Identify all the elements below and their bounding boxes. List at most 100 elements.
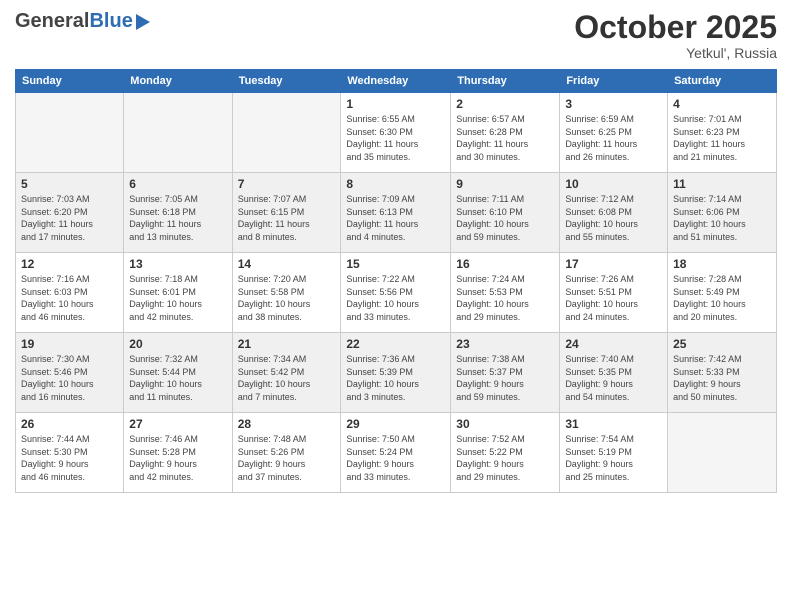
table-row: 22Sunrise: 7:36 AM Sunset: 5:39 PM Dayli…: [341, 333, 451, 413]
table-row: 10Sunrise: 7:12 AM Sunset: 6:08 PM Dayli…: [560, 173, 668, 253]
day-info: Sunrise: 7:09 AM Sunset: 6:13 PM Dayligh…: [346, 193, 445, 243]
table-row: 1 Sunrise: 6:55 AM Sunset: 6:30 PM Daylig…: [341, 93, 451, 173]
col-saturday: Saturday: [668, 70, 777, 93]
col-wednesday: Wednesday: [341, 70, 451, 93]
day-number: 8: [346, 177, 445, 191]
day-number: 26: [21, 417, 118, 431]
logo-blue: Blue: [89, 10, 132, 33]
day-number: 1: [346, 97, 445, 111]
day-info: Sunrise: 7:24 AM Sunset: 5:53 PM Dayligh…: [456, 273, 554, 323]
table-row: [124, 93, 232, 173]
day-info: Sunrise: 7:14 AM Sunset: 6:06 PM Dayligh…: [673, 193, 771, 243]
page: General Blue October 2025 Yetkul', Russi…: [0, 0, 792, 612]
day-number: 25: [673, 337, 771, 351]
day-info: Sunrise: 7:26 AM Sunset: 5:51 PM Dayligh…: [565, 273, 662, 323]
day-info: Sunrise: 7:18 AM Sunset: 6:01 PM Dayligh…: [129, 273, 226, 323]
calendar-week-row: 1 Sunrise: 6:55 AM Sunset: 6:30 PM Daylig…: [16, 93, 777, 173]
table-row: 2 Sunrise: 6:57 AM Sunset: 6:28 PM Daylig…: [451, 93, 560, 173]
day-number: 13: [129, 257, 226, 271]
table-row: 12 Sunrise: 7:16 AM Sunset: 6:03 PM Dayli…: [16, 253, 124, 333]
day-info: Sunrise: 7:40 AM Sunset: 5:35 PM Dayligh…: [565, 353, 662, 403]
day-number: 21: [238, 337, 336, 351]
day-info: Sunrise: 7:48 AM Sunset: 5:26 PM Dayligh…: [238, 433, 336, 483]
day-info: Sunrise: 7:46 AM Sunset: 5:28 PM Dayligh…: [129, 433, 226, 483]
day-number: 31: [565, 417, 662, 431]
day-info: Sunrise: 7:42 AM Sunset: 5:33 PM Dayligh…: [673, 353, 771, 403]
table-row: 16 Sunrise: 7:24 AM Sunset: 5:53 PM Dayli…: [451, 253, 560, 333]
day-number: 12: [21, 257, 118, 271]
logo: General Blue: [15, 10, 150, 33]
day-info: Sunrise: 7:54 AM Sunset: 5:19 PM Dayligh…: [565, 433, 662, 483]
table-row: 13 Sunrise: 7:18 AM Sunset: 6:01 PM Dayli…: [124, 253, 232, 333]
table-row: 4Sunrise: 7:01 AM Sunset: 6:23 PM Daylig…: [668, 93, 777, 173]
table-row: 24Sunrise: 7:40 AM Sunset: 5:35 PM Dayli…: [560, 333, 668, 413]
calendar-header-row: Sunday Monday Tuesday Wednesday Thursday…: [16, 70, 777, 93]
table-row: 17 Sunrise: 7:26 AM Sunset: 5:51 PM Dayli…: [560, 253, 668, 333]
day-info: Sunrise: 7:30 AM Sunset: 5:46 PM Dayligh…: [21, 353, 118, 403]
day-number: 7: [238, 177, 336, 191]
table-row: 3Sunrise: 6:59 AM Sunset: 6:25 PM Daylig…: [560, 93, 668, 173]
table-row: 31 Sunrise: 7:54 AM Sunset: 5:19 PM Dayli…: [560, 413, 668, 493]
month-title: October 2025: [574, 10, 777, 45]
col-monday: Monday: [124, 70, 232, 93]
day-number: 28: [238, 417, 336, 431]
calendar-week-row: 26Sunrise: 7:44 AM Sunset: 5:30 PM Dayli…: [16, 413, 777, 493]
logo-arrow-icon: [136, 14, 150, 30]
calendar-week-row: 19 Sunrise: 7:30 AM Sunset: 5:46 PM Dayli…: [16, 333, 777, 413]
title-block: October 2025 Yetkul', Russia: [574, 10, 777, 61]
day-info: Sunrise: 7:03 AM Sunset: 6:20 PM Dayligh…: [21, 193, 118, 243]
table-row: 6 Sunrise: 7:05 AM Sunset: 6:18 PM Daylig…: [124, 173, 232, 253]
day-info: Sunrise: 7:16 AM Sunset: 6:03 PM Dayligh…: [21, 273, 118, 323]
calendar-table: Sunday Monday Tuesday Wednesday Thursday…: [15, 69, 777, 493]
day-number: 30: [456, 417, 554, 431]
table-row: 18Sunrise: 7:28 AM Sunset: 5:49 PM Dayli…: [668, 253, 777, 333]
day-number: 5: [21, 177, 118, 191]
day-number: 2: [456, 97, 554, 111]
day-info: Sunrise: 7:05 AM Sunset: 6:18 PM Dayligh…: [129, 193, 226, 243]
logo-line: General Blue: [15, 10, 150, 33]
col-thursday: Thursday: [451, 70, 560, 93]
day-info: Sunrise: 7:32 AM Sunset: 5:44 PM Dayligh…: [129, 353, 226, 403]
table-row: 5 Sunrise: 7:03 AM Sunset: 6:20 PM Daylig…: [16, 173, 124, 253]
table-row: [668, 413, 777, 493]
day-number: 16: [456, 257, 554, 271]
day-number: 20: [129, 337, 226, 351]
day-info: Sunrise: 7:36 AM Sunset: 5:39 PM Dayligh…: [346, 353, 445, 403]
day-number: 19: [21, 337, 118, 351]
col-tuesday: Tuesday: [232, 70, 341, 93]
table-row: 28 Sunrise: 7:48 AM Sunset: 5:26 PM Dayli…: [232, 413, 341, 493]
day-number: 3: [565, 97, 662, 111]
table-row: 14 Sunrise: 7:20 AM Sunset: 5:58 PM Dayli…: [232, 253, 341, 333]
day-number: 17: [565, 257, 662, 271]
day-info: Sunrise: 7:28 AM Sunset: 5:49 PM Dayligh…: [673, 273, 771, 323]
table-row: 23Sunrise: 7:38 AM Sunset: 5:37 PM Dayli…: [451, 333, 560, 413]
day-info: Sunrise: 7:52 AM Sunset: 5:22 PM Dayligh…: [456, 433, 554, 483]
day-info: Sunrise: 6:57 AM Sunset: 6:28 PM Dayligh…: [456, 113, 554, 163]
table-row: 21 Sunrise: 7:34 AM Sunset: 5:42 PM Dayli…: [232, 333, 341, 413]
day-info: Sunrise: 7:11 AM Sunset: 6:10 PM Dayligh…: [456, 193, 554, 243]
day-info: Sunrise: 7:07 AM Sunset: 6:15 PM Dayligh…: [238, 193, 336, 243]
day-info: Sunrise: 7:22 AM Sunset: 5:56 PM Dayligh…: [346, 273, 445, 323]
day-info: Sunrise: 6:55 AM Sunset: 6:30 PM Dayligh…: [346, 113, 445, 163]
table-row: 30 Sunrise: 7:52 AM Sunset: 5:22 PM Dayli…: [451, 413, 560, 493]
table-row: 8 Sunrise: 7:09 AM Sunset: 6:13 PM Daylig…: [341, 173, 451, 253]
header: General Blue October 2025 Yetkul', Russi…: [15, 10, 777, 61]
day-number: 9: [456, 177, 554, 191]
day-info: Sunrise: 7:34 AM Sunset: 5:42 PM Dayligh…: [238, 353, 336, 403]
table-row: [16, 93, 124, 173]
table-row: 19 Sunrise: 7:30 AM Sunset: 5:46 PM Dayli…: [16, 333, 124, 413]
day-number: 6: [129, 177, 226, 191]
table-row: 29Sunrise: 7:50 AM Sunset: 5:24 PM Dayli…: [341, 413, 451, 493]
table-row: 15Sunrise: 7:22 AM Sunset: 5:56 PM Dayli…: [341, 253, 451, 333]
day-number: 14: [238, 257, 336, 271]
table-row: [232, 93, 341, 173]
table-row: 9 Sunrise: 7:11 AM Sunset: 6:10 PM Daylig…: [451, 173, 560, 253]
col-sunday: Sunday: [16, 70, 124, 93]
table-row: 20 Sunrise: 7:32 AM Sunset: 5:44 PM Dayli…: [124, 333, 232, 413]
day-number: 4: [673, 97, 771, 111]
day-info: Sunrise: 7:38 AM Sunset: 5:37 PM Dayligh…: [456, 353, 554, 403]
day-number: 27: [129, 417, 226, 431]
table-row: 11Sunrise: 7:14 AM Sunset: 6:06 PM Dayli…: [668, 173, 777, 253]
calendar-week-row: 5 Sunrise: 7:03 AM Sunset: 6:20 PM Daylig…: [16, 173, 777, 253]
day-info: Sunrise: 7:20 AM Sunset: 5:58 PM Dayligh…: [238, 273, 336, 323]
